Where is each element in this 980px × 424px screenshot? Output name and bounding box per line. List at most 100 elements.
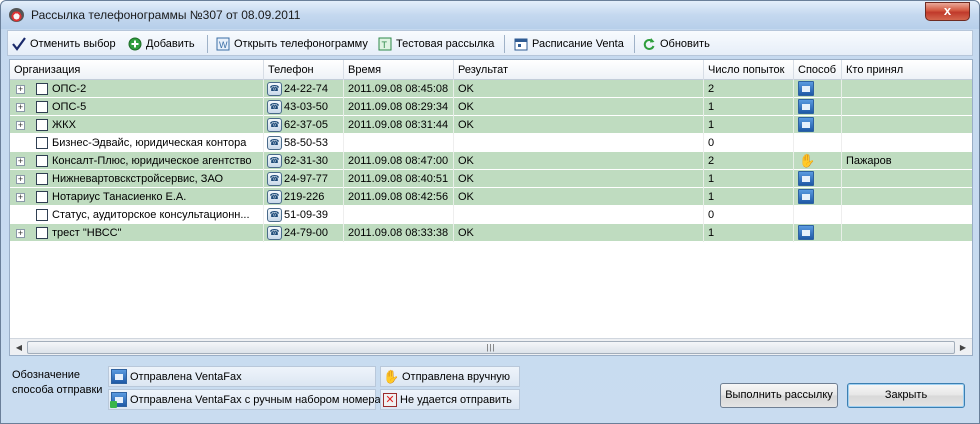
expand-row-icon[interactable]: + (16, 193, 25, 202)
expand-row-icon[interactable]: + (16, 229, 25, 238)
organization-name: Бизнес-Эдвайс, юридическая контора (52, 137, 247, 149)
ventafax-icon (798, 81, 814, 96)
column-header-accepted-by[interactable]: Кто принял (842, 60, 972, 80)
expand-row-icon[interactable]: + (16, 121, 25, 130)
row-checkbox[interactable] (36, 155, 48, 167)
row-checkbox[interactable] (36, 191, 48, 203)
legend-label-manual: Отправлена вручную (402, 370, 511, 383)
time-cell: 2011.09.08 08:31:44 (344, 116, 454, 134)
column-header-organization[interactable]: Организация (10, 60, 264, 80)
organization-cell: + ОПС-5 (10, 98, 264, 116)
method-cell (794, 98, 842, 116)
column-header-time[interactable]: Время (344, 60, 454, 80)
column-header-method[interactable]: Способ (794, 60, 842, 80)
result-cell (454, 134, 704, 152)
open-document-icon: W (216, 37, 230, 51)
deselect-button[interactable]: Отменить выбор (12, 34, 116, 53)
result-cell: OK (454, 80, 704, 98)
phone-number: 62-37-05 (284, 119, 329, 131)
table-row[interactable]: + трест "НВСС" ☎ 24-79-00 2011.09.08 08:33:3… (10, 224, 972, 242)
time-cell: 2011.09.08 08:47:00 (344, 152, 454, 170)
app-icon (9, 8, 24, 22)
row-checkbox[interactable] (36, 101, 48, 113)
row-checkbox[interactable] (36, 227, 48, 239)
organization-cell: Статус, аудиторское консультационн... (10, 206, 264, 224)
table-row[interactable]: + Консалт-Плюс, юридическое агентство ☎ 62-… (10, 152, 972, 170)
send-mailing-button[interactable]: Выполнить рассылку (720, 383, 838, 408)
attempts-cell: 1 (704, 116, 794, 134)
ventafax-icon (111, 369, 127, 384)
ventafax-manual-icon (110, 392, 127, 408)
table-row[interactable]: + Нижневартовскстройсервис, ЗАО ☎ 24-97-77 2… (10, 170, 972, 188)
row-checkbox[interactable] (36, 83, 48, 95)
organization-cell: + Нижневартовскстройсервис, ЗАО (10, 170, 264, 188)
time-cell: 2011.09.08 08:29:34 (344, 98, 454, 116)
column-header-result[interactable]: Результат (454, 60, 704, 80)
organization-cell: + Консалт-Плюс, юридическое агентство (10, 152, 264, 170)
method-cell (794, 188, 842, 206)
phone-cell: ☎ 43-03-50 (264, 98, 344, 116)
expand-row-icon[interactable]: + (16, 157, 25, 166)
open-telephonogram-button[interactable]: W Открыть телефонограмму (216, 34, 368, 53)
accepted-by-cell (842, 116, 972, 134)
table-row[interactable]: Бизнес-Эдвайс, юридическая контора ☎ 58-50… (10, 134, 972, 152)
column-header-attempts[interactable]: Число попыток (704, 60, 794, 80)
time-cell (344, 206, 454, 224)
scroll-right-arrow-icon[interactable]: ▶ (956, 341, 970, 354)
title-bar: Рассылка телефонограммы №307 от 08.09.20… (1, 1, 979, 29)
organization-cell: Бизнес-Эдвайс, юридическая контора (10, 134, 264, 152)
svg-text:T: T (382, 40, 388, 50)
organization-cell: + Нотариус Танасиенко Е.А. (10, 188, 264, 206)
result-cell: OK (454, 224, 704, 242)
add-button[interactable]: Добавить (128, 34, 195, 53)
phone-icon: ☎ (267, 118, 282, 132)
venta-schedule-button[interactable]: Расписание Venta (514, 34, 624, 53)
organization-name: Нижневартовскстройсервис, ЗАО (52, 173, 224, 185)
organization-name: Статус, аудиторское консультационн... (52, 209, 250, 221)
legend-item-manual: ✋ Отправлена вручную (380, 366, 520, 387)
close-button[interactable]: Закрыть (847, 383, 965, 408)
phone-icon: ☎ (267, 154, 282, 168)
phone-icon: ☎ (267, 208, 282, 222)
phone-cell: ☎ 51-09-39 (264, 206, 344, 224)
phone-number: 24-97-77 (284, 173, 329, 185)
hand-icon: ✋ (383, 368, 400, 384)
row-checkbox[interactable] (36, 173, 48, 185)
horizontal-scrollbar[interactable]: ◀ ||| ▶ (10, 338, 972, 355)
table-row[interactable]: + ОПС-5 ☎ 43-03-50 2011.09.08 08:29:34 OK 1 (10, 98, 972, 116)
organization-name: трест "НВСС" (52, 227, 122, 239)
phone-number: 24-22-74 (284, 83, 329, 95)
table-row[interactable]: + ОПС-2 ☎ 24-22-74 2011.09.08 08:45:08 OK 2 (10, 80, 972, 98)
accepted-by-cell (842, 134, 972, 152)
table-row[interactable]: Статус, аудиторское консультационн... ☎ 51… (10, 206, 972, 224)
row-checkbox[interactable] (36, 209, 48, 221)
table-row[interactable]: + ЖКХ ☎ 62-37-05 2011.09.08 08:31:44 OK 1 (10, 116, 972, 134)
dialog-window: Рассылка телефонограммы №307 от 08.09.20… (0, 0, 980, 424)
expand-row-icon[interactable]: + (16, 85, 25, 94)
refresh-button[interactable]: Обновить (642, 34, 710, 53)
ventafax-icon (798, 189, 814, 204)
grid-rows: + ОПС-2 ☎ 24-22-74 2011.09.08 08:45:08 OK 2 + ОП… (10, 80, 972, 242)
attempts-cell: 1 (704, 188, 794, 206)
time-cell: 2011.09.08 08:33:38 (344, 224, 454, 242)
scroll-left-arrow-icon[interactable]: ◀ (12, 341, 26, 354)
phone-number: 24-79-00 (284, 227, 329, 239)
accepted-by-cell: Пажаров (846, 155, 892, 167)
time-cell: 2011.09.08 08:40:51 (344, 170, 454, 188)
phone-icon: ☎ (267, 136, 282, 150)
window-close-button[interactable]: x (925, 2, 970, 21)
row-checkbox[interactable] (36, 119, 48, 131)
test-mailing-button[interactable]: T Тестовая рассылка (378, 34, 494, 53)
organization-name: ОПС-5 (52, 101, 87, 113)
row-checkbox[interactable] (36, 137, 48, 149)
scrollbar-thumb[interactable]: ||| (27, 341, 955, 354)
ventafax-icon (798, 171, 814, 186)
checkmark-icon (12, 36, 26, 51)
expand-row-icon[interactable]: + (16, 103, 25, 112)
table-row[interactable]: + Нотариус Танасиенко Е.А. ☎ 219-226 2011.09… (10, 188, 972, 206)
organization-name: Консалт-Плюс, юридическое агентство (52, 155, 252, 167)
column-header-phone[interactable]: Телефон (264, 60, 344, 80)
svg-text:W: W (219, 40, 228, 50)
attempts-cell: 1 (704, 170, 794, 188)
expand-row-icon[interactable]: + (16, 175, 25, 184)
